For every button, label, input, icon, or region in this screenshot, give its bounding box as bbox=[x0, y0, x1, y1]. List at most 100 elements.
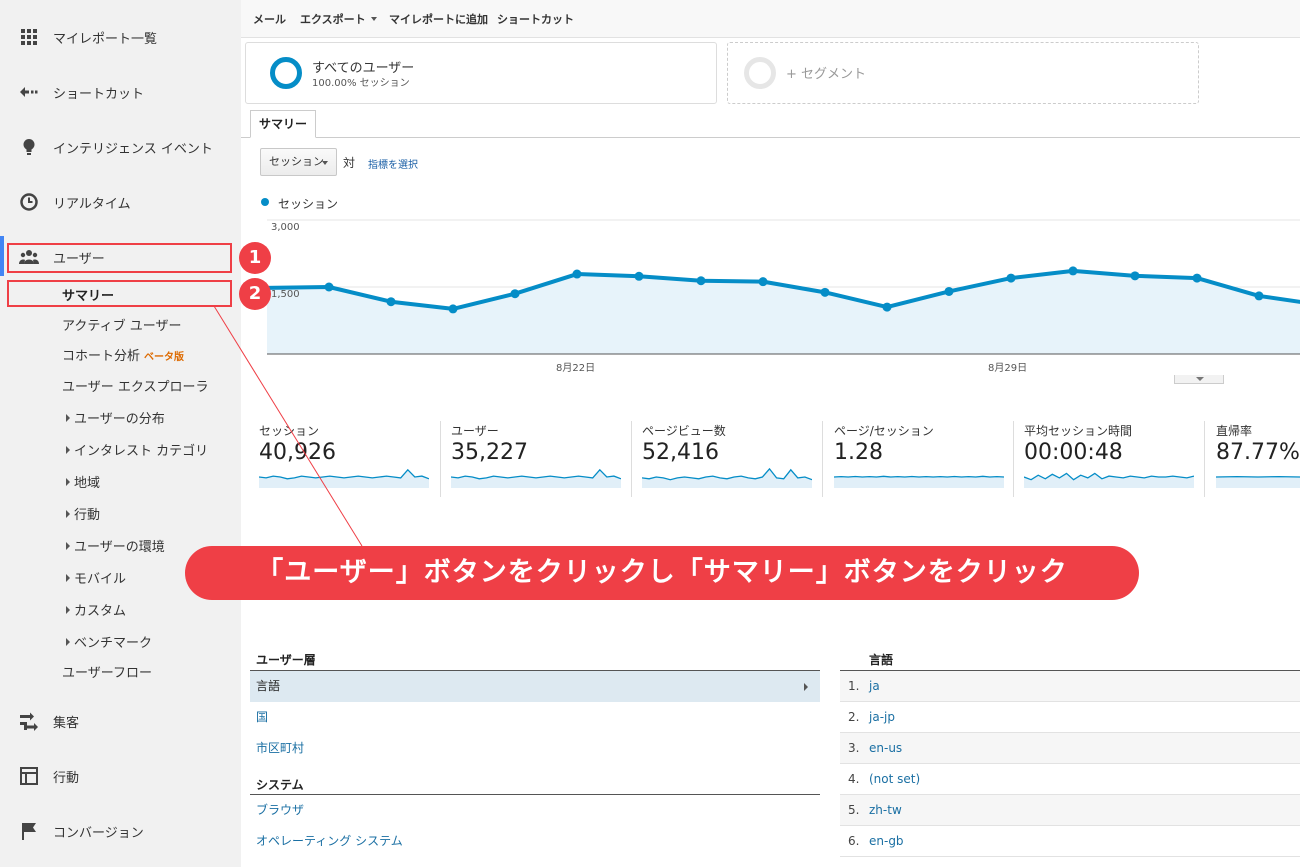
row-link[interactable]: zh-tw bbox=[869, 795, 902, 826]
add-to-dashboard-button[interactable]: マイレポートに追加 bbox=[389, 11, 488, 27]
choose-metric-link[interactable]: 指標を選択 bbox=[368, 156, 418, 171]
chart-resize-handle[interactable] bbox=[1174, 375, 1224, 384]
dimension-os[interactable]: オペレーティング システム bbox=[250, 826, 820, 857]
flag-icon bbox=[22, 823, 36, 840]
dimension-language[interactable]: 言語 bbox=[250, 671, 820, 702]
metric-label: 直帰率 bbox=[1216, 424, 1253, 438]
sessions-chart bbox=[266, 219, 1300, 355]
metric-value: 1.28 bbox=[834, 440, 883, 465]
sub-item-custom[interactable]: カスタム bbox=[66, 600, 126, 619]
chart-data-point[interactable] bbox=[820, 287, 830, 297]
sub-item-benchmark[interactable]: ベンチマーク bbox=[66, 632, 152, 651]
annotation-box-users bbox=[7, 243, 232, 273]
sub-item-user-explorer[interactable]: ユーザー エクスプローラ bbox=[62, 376, 208, 395]
export-button[interactable]: エクスポート bbox=[300, 11, 377, 27]
chart-data-point[interactable] bbox=[882, 302, 892, 312]
nav-label: コンバージョン bbox=[53, 826, 144, 841]
add-segment-button[interactable]: + セグメント bbox=[727, 42, 1199, 104]
nav-realtime[interactable]: リアルタイム bbox=[0, 183, 241, 219]
nav-acquisition[interactable]: 集客 bbox=[0, 702, 241, 738]
chart-data-point[interactable] bbox=[1006, 273, 1016, 283]
metric-sparkline bbox=[1216, 475, 1300, 488]
sparkline-fill bbox=[1216, 476, 1300, 488]
y-tick-label: 1,500 bbox=[271, 289, 300, 300]
tab-summary[interactable]: サマリー bbox=[250, 110, 316, 138]
chart-data-point[interactable] bbox=[634, 271, 644, 281]
dimension-country[interactable]: 国 bbox=[250, 702, 820, 733]
chart-data-point[interactable] bbox=[572, 269, 582, 279]
chart-data-point[interactable] bbox=[324, 282, 334, 292]
row-link[interactable]: ja bbox=[869, 671, 880, 702]
sparkline-fill bbox=[834, 476, 1004, 488]
metric-sparkline bbox=[451, 468, 621, 488]
row-link[interactable]: en-gb bbox=[869, 826, 904, 857]
row-link[interactable]: en-us bbox=[869, 733, 902, 764]
chart-data-point[interactable] bbox=[696, 276, 706, 286]
table-row: 2. ja-jp bbox=[840, 702, 1300, 733]
row-number: 6. bbox=[848, 834, 860, 848]
sidebar: マイレポート一覧 ショートカット インテリジェンス イベント リアルタイム ユー… bbox=[0, 0, 241, 867]
nav-shortcuts[interactable]: ショートカット bbox=[0, 73, 241, 109]
chart-data-point[interactable] bbox=[944, 286, 954, 296]
sparkline-fill bbox=[259, 469, 429, 488]
tab-bar bbox=[241, 137, 1300, 138]
step-badge-1: 1 bbox=[239, 242, 271, 274]
metric-label: ページ/セッション bbox=[834, 424, 934, 438]
sub-item-mobile[interactable]: モバイル bbox=[66, 568, 126, 587]
divider bbox=[822, 421, 823, 497]
metric-sparkline bbox=[834, 475, 1004, 488]
legend-marker bbox=[261, 198, 269, 206]
nav-conversions[interactable]: コンバージョン bbox=[0, 812, 241, 848]
sub-item-technology[interactable]: ユーザーの環境 bbox=[66, 536, 165, 555]
system-header: システム bbox=[256, 778, 304, 792]
sparkline-fill bbox=[451, 469, 621, 488]
metric-value: 35,227 bbox=[451, 440, 528, 465]
table-row: 1. ja bbox=[840, 671, 1300, 702]
divider bbox=[440, 421, 441, 497]
nav-my-reports[interactable]: マイレポート一覧 bbox=[0, 18, 241, 54]
sub-item-demographics[interactable]: ユーザーの分布 bbox=[66, 408, 165, 427]
row-link[interactable]: (not set) bbox=[869, 764, 920, 795]
row-link[interactable]: ja-jp bbox=[869, 702, 895, 733]
row-number: 1. bbox=[848, 679, 860, 693]
metric-select[interactable]: セッション bbox=[260, 148, 337, 176]
sub-item-cohort[interactable]: コホート分析 ベータ版 bbox=[62, 345, 184, 364]
row-number: 5. bbox=[848, 803, 860, 817]
nav-behavior[interactable]: 行動 bbox=[0, 757, 241, 793]
metric-label: ユーザー bbox=[451, 424, 499, 438]
y-tick-label: 3,000 bbox=[271, 222, 300, 233]
chart-data-point[interactable] bbox=[758, 277, 768, 287]
sub-item-active-users[interactable]: アクティブ ユーザー bbox=[62, 315, 181, 334]
sub-item-behavior[interactable]: 行動 bbox=[66, 504, 100, 523]
nav-label: 行動 bbox=[53, 771, 80, 786]
nav-label: ショートカット bbox=[53, 87, 145, 102]
segment-subtitle: 100.00% セッション bbox=[312, 78, 410, 89]
segment-all-users[interactable]: すべてのユーザー 100.00% セッション bbox=[245, 42, 717, 104]
sub-item-interests[interactable]: インタレスト カテゴリ bbox=[66, 440, 208, 459]
email-button[interactable]: メール bbox=[253, 11, 286, 27]
chart-data-point[interactable] bbox=[510, 289, 520, 299]
chart-data-point[interactable] bbox=[386, 297, 396, 307]
chart-data-point[interactable] bbox=[1068, 266, 1078, 276]
export-label: エクスポート bbox=[300, 13, 366, 26]
chart-data-point[interactable] bbox=[1130, 271, 1140, 281]
table-row: 5. zh-tw bbox=[840, 795, 1300, 826]
chart-data-point[interactable] bbox=[1192, 273, 1202, 283]
dimension-browser[interactable]: ブラウザ bbox=[250, 795, 820, 826]
nav-label: インテリジェンス イベント bbox=[53, 142, 213, 157]
sub-item-users-flow[interactable]: ユーザーフロー bbox=[62, 662, 152, 681]
divider bbox=[1013, 421, 1014, 497]
metric-value: 40,926 bbox=[259, 440, 336, 465]
table-row: 4. (not set) bbox=[840, 764, 1300, 795]
dimension-city[interactable]: 市区町村 bbox=[250, 733, 820, 764]
nav-label: マイレポート一覧 bbox=[53, 32, 158, 47]
sub-item-geo[interactable]: 地域 bbox=[66, 472, 100, 491]
chart-data-point[interactable] bbox=[1254, 291, 1264, 301]
shortcut-button[interactable]: ショートカット bbox=[497, 11, 574, 27]
step-badge-2: 2 bbox=[239, 278, 271, 310]
nav-intelligence[interactable]: インテリジェンス イベント bbox=[0, 128, 241, 164]
language-table-header: 言語 bbox=[869, 653, 894, 667]
nav-label: リアルタイム bbox=[53, 197, 131, 212]
chart-data-point[interactable] bbox=[448, 304, 458, 314]
chevron-down-icon bbox=[370, 17, 377, 21]
